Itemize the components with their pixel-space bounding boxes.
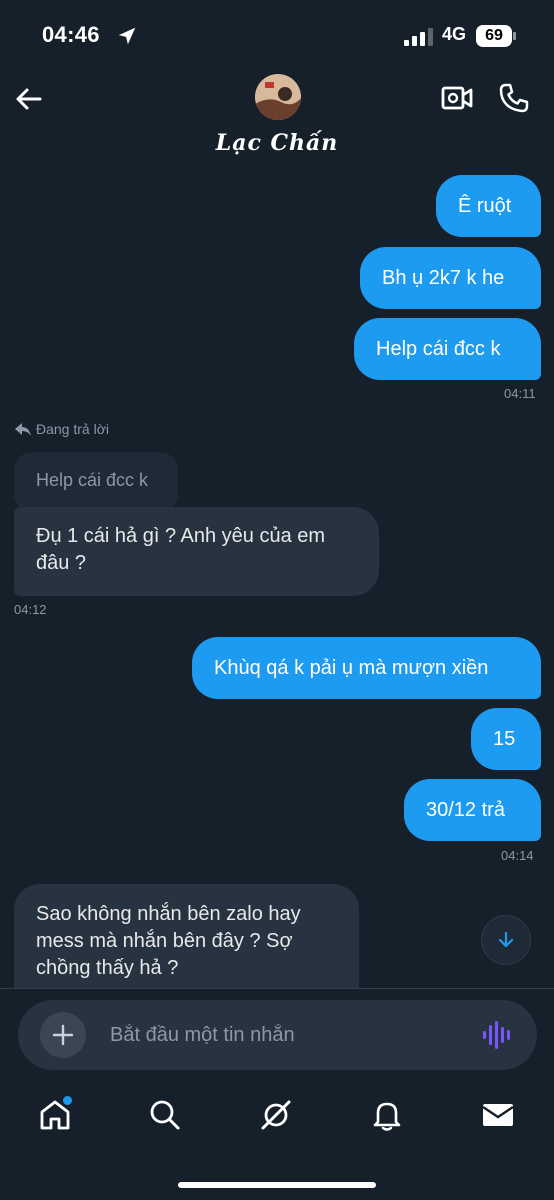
arrow-down-icon: [498, 931, 514, 948]
message-text: 30/12 trả: [426, 798, 505, 821]
message-timestamp: 04:14: [501, 848, 534, 863]
message-input[interactable]: [110, 1020, 460, 1050]
message-text: 15: [493, 727, 516, 750]
composer-divider: [0, 988, 554, 989]
phone-call-icon[interactable]: [498, 82, 530, 114]
quoted-message[interactable]: Help cái đcc k: [14, 452, 178, 512]
notification-dot: [61, 1094, 74, 1107]
outgoing-message[interactable]: Bh ụ 2k7 k he: [360, 247, 541, 309]
home-indicator: [178, 1182, 376, 1188]
add-media-button[interactable]: [40, 1012, 86, 1058]
message-text: Bh ụ 2k7 k he: [382, 266, 505, 289]
outgoing-message[interactable]: Khùq qá k pải ụ mà mượn xiền: [192, 637, 541, 699]
outgoing-message[interactable]: Help cái đcc k: [354, 318, 541, 380]
avatar[interactable]: [255, 74, 301, 120]
plus-icon: [52, 1024, 74, 1046]
message-text: Khùq qá k pải ụ mà mượn xiền: [214, 656, 489, 679]
network-type: 4G: [442, 24, 467, 44]
reply-label-text: Đang trả lời: [36, 421, 109, 437]
status-time: 04:46: [42, 22, 100, 47]
outgoing-message[interactable]: Ê ruột: [436, 175, 541, 237]
mail-icon[interactable]: [481, 1098, 515, 1132]
incoming-message[interactable]: Đụ 1 cái hả gì ? Anh yêu của em đâu ?: [14, 507, 379, 596]
quoted-text: Help cái đcc k: [36, 470, 149, 490]
video-call-icon[interactable]: [441, 84, 473, 112]
message-text-line: mess mà nhắn bên đây ? Sợ: [36, 930, 293, 952]
scroll-to-bottom-button[interactable]: [481, 915, 531, 965]
message-text-line: chồng thấy hả ?: [36, 957, 179, 979]
grok-icon[interactable]: [259, 1098, 293, 1132]
back-arrow-icon[interactable]: [14, 84, 44, 114]
battery-level: 69: [485, 27, 503, 44]
reply-indicator: Đang trả lời: [14, 421, 109, 437]
message-text-line: Đụ 1 cái hả gì ? Anh yêu của em: [36, 525, 326, 547]
voice-message-icon[interactable]: [482, 1019, 512, 1051]
bell-icon[interactable]: [370, 1098, 404, 1132]
incoming-message[interactable]: Sao không nhắn bên zalo hay mess mà nhắn…: [14, 884, 359, 988]
search-icon[interactable]: [148, 1098, 182, 1132]
message-text: Help cái đcc k: [376, 337, 501, 360]
message-text: Ê ruột: [458, 194, 512, 217]
outgoing-message[interactable]: 15: [471, 708, 541, 770]
location-arrow-icon: [118, 27, 136, 45]
message-timestamp: 04:11: [504, 386, 536, 401]
battery-icon: 69: [476, 25, 518, 47]
message-timestamp: 04:12: [14, 602, 47, 617]
reply-arrow-icon: [15, 423, 31, 436]
contact-name: Lạc Chấn: [215, 130, 339, 156]
cellular-signal-icon: [404, 28, 433, 46]
outgoing-message[interactable]: 30/12 trả: [404, 779, 541, 841]
message-text-line: đâu ?: [36, 552, 87, 574]
message-text-line: Sao không nhắn bên zalo hay: [36, 903, 301, 925]
